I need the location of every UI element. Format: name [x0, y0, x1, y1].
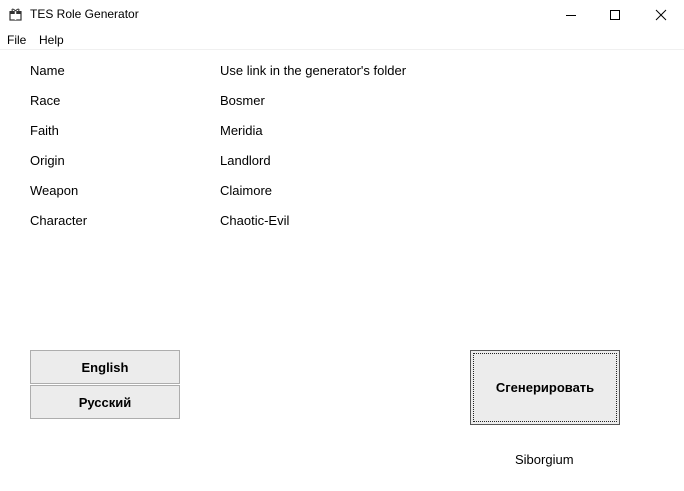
maximize-icon [610, 10, 620, 20]
close-icon [655, 9, 667, 21]
maximize-button[interactable] [592, 0, 638, 30]
name-label: Name [30, 63, 65, 78]
character-value: Chaotic-Evil [220, 213, 290, 228]
weapon-label: Weapon [30, 183, 79, 198]
author-label: Siborgium [515, 452, 574, 467]
gift-icon [9, 8, 22, 21]
origin-label: Origin [30, 153, 65, 168]
menu-bar: File Help [0, 30, 684, 50]
name-value: Use link in the generator's folder [220, 63, 407, 78]
russian-button[interactable]: Русский [30, 385, 180, 419]
minimize-button[interactable] [548, 0, 594, 30]
title-bar: TES Role Generator [0, 0, 684, 30]
race-value: Bosmer [220, 93, 265, 108]
minimize-icon [566, 15, 576, 16]
character-label: Character [30, 213, 88, 228]
menu-help[interactable]: Help [39, 33, 64, 47]
menu-file[interactable]: File [7, 33, 26, 47]
faith-value: Meridia [220, 123, 263, 138]
window-title: TES Role Generator [30, 7, 139, 21]
race-label: Race [30, 93, 61, 108]
english-button[interactable]: English [30, 350, 180, 384]
generate-button[interactable]: Сгенерировать [470, 350, 620, 425]
faith-label: Faith [30, 123, 59, 138]
origin-value: Landlord [220, 153, 271, 168]
close-button[interactable] [638, 0, 684, 30]
weapon-value: Claimore [220, 183, 273, 198]
